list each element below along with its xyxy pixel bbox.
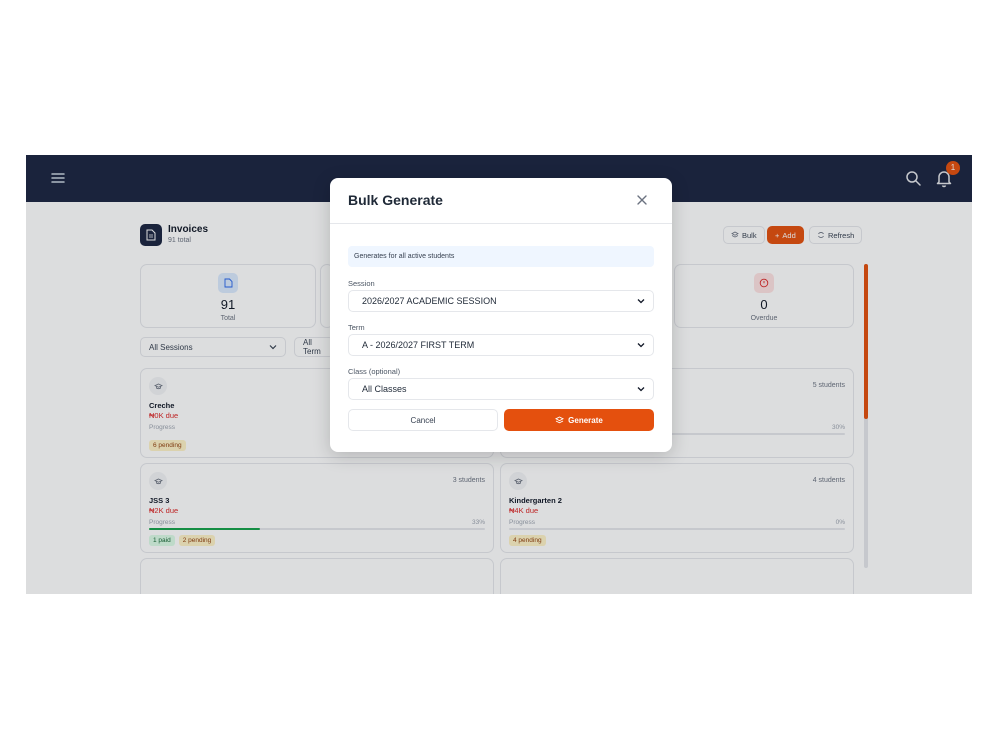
- session-select-value: 2026/2027 ACADEMIC SESSION: [362, 296, 497, 306]
- term-select-value: A - 2026/2027 FIRST TERM: [362, 340, 475, 350]
- term-label: Term: [348, 323, 365, 332]
- dialog-title: Bulk Generate: [348, 192, 443, 208]
- session-label: Session: [348, 279, 375, 288]
- generate-button-label: Generate: [568, 415, 603, 425]
- info-banner: Generates for all active students: [348, 246, 654, 267]
- class-label: Class (optional): [348, 367, 401, 376]
- chevron-down-icon: [637, 387, 645, 392]
- chevron-down-icon: [637, 343, 645, 348]
- term-select[interactable]: A - 2026/2027 FIRST TERM: [348, 334, 654, 356]
- chevron-down-icon: [637, 299, 645, 304]
- class-select[interactable]: All Classes: [348, 378, 654, 400]
- class-select-value: All Classes: [362, 384, 407, 394]
- generate-button[interactable]: Generate: [504, 409, 654, 431]
- cancel-button[interactable]: Cancel: [348, 409, 498, 431]
- session-select[interactable]: 2026/2027 ACADEMIC SESSION: [348, 290, 654, 312]
- dialog-divider: [330, 223, 672, 224]
- layers-icon: [555, 415, 565, 423]
- app-screen: 1 Invoices 91 total Bulk + Add Refresh 9…: [26, 155, 972, 594]
- bulk-generate-dialog: Bulk Generate Generates for all active s…: [330, 178, 672, 452]
- close-icon[interactable]: [635, 193, 649, 207]
